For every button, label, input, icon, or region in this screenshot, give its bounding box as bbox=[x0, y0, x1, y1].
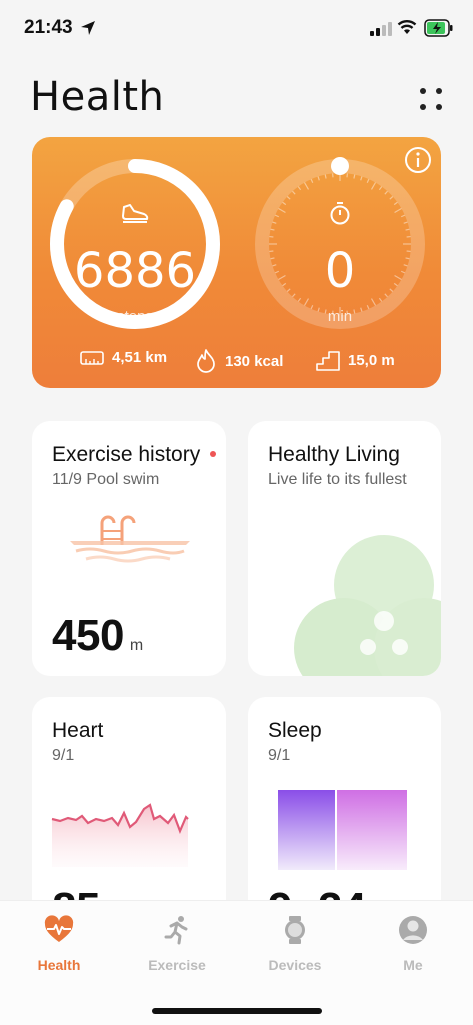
minute-tick bbox=[311, 179, 313, 183]
minute-tick bbox=[395, 209, 402, 213]
healthy-living-clover-graphic bbox=[292, 533, 441, 676]
minutes-unit: min bbox=[251, 308, 429, 325]
minute-tick bbox=[287, 196, 290, 199]
minute-tick bbox=[401, 215, 405, 217]
status-bar: 21:43 bbox=[0, 0, 473, 56]
distance-stat: 4,51 km bbox=[80, 349, 167, 366]
exercise-distance-unit: m bbox=[130, 637, 143, 654]
heart-title: Heart bbox=[52, 719, 103, 743]
minute-tick bbox=[271, 229, 275, 230]
healthy-living-subtitle: Live life to its fullest bbox=[268, 471, 407, 489]
minute-tick bbox=[279, 209, 286, 213]
info-icon[interactable] bbox=[404, 146, 432, 174]
pool-ladder-icon bbox=[70, 515, 190, 565]
exercise-history-card[interactable]: Exercise history 11/9 Pool swim 450 m bbox=[32, 421, 226, 676]
stairs-icon bbox=[316, 349, 340, 371]
exercise-history-title: Exercise history bbox=[52, 443, 200, 467]
sleep-chart bbox=[278, 790, 408, 870]
healthy-living-card[interactable]: Healthy Living Live life to its fullest bbox=[248, 421, 441, 676]
stopwatch-icon bbox=[325, 201, 355, 225]
running-icon bbox=[162, 915, 192, 945]
tab-devices[interactable]: Devices bbox=[236, 901, 354, 991]
floors-stat: 15,0 m bbox=[316, 349, 395, 371]
minute-tick bbox=[361, 176, 362, 180]
minute-tick bbox=[379, 187, 381, 190]
watch-icon bbox=[280, 915, 310, 945]
minute-tick bbox=[385, 191, 388, 194]
activity-summary-card[interactable]: 6886 steps 0 min 4,5 bbox=[32, 137, 441, 388]
minute-tick bbox=[318, 176, 319, 180]
minute-tick bbox=[394, 202, 397, 204]
steps-unit: steps bbox=[46, 308, 224, 325]
healthy-living-title: Healthy Living bbox=[268, 443, 400, 467]
exercise-history-subtitle: 11/9 Pool swim bbox=[52, 471, 159, 489]
tab-exercise-label: Exercise bbox=[118, 957, 236, 973]
cellular-signal-icon bbox=[370, 22, 392, 36]
minute-tick bbox=[372, 299, 376, 306]
wifi-icon bbox=[397, 19, 417, 35]
steps-ring[interactable]: 6886 steps bbox=[46, 155, 224, 333]
minute-tick bbox=[275, 215, 279, 217]
minute-tick bbox=[272, 222, 276, 223]
minute-tick bbox=[325, 175, 326, 179]
minute-tick bbox=[372, 183, 376, 190]
status-time: 21:43 bbox=[24, 17, 73, 39]
calories-value: 130 kcal bbox=[225, 353, 283, 370]
sleep-subtitle: 9/1 bbox=[268, 747, 290, 765]
heart-rate-chart bbox=[50, 797, 190, 867]
tab-me[interactable]: Me bbox=[354, 901, 472, 991]
distance-value: 4,51 km bbox=[112, 349, 167, 366]
sleep-title: Sleep bbox=[268, 719, 322, 743]
exercise-distance-value: 450 bbox=[52, 611, 124, 660]
minute-tick bbox=[298, 187, 300, 190]
minute-tick bbox=[390, 196, 393, 199]
home-indicator bbox=[152, 1008, 322, 1014]
floors-value: 15,0 m bbox=[348, 352, 395, 369]
heart-pulse-icon bbox=[44, 915, 74, 945]
tab-exercise[interactable]: Exercise bbox=[118, 901, 236, 991]
heart-subtitle: 9/1 bbox=[52, 747, 74, 765]
minute-tick bbox=[367, 179, 369, 183]
activity-stats-row: 4,51 km 130 kcal 15,0 m bbox=[32, 349, 441, 375]
minutes-value: 0 bbox=[251, 243, 429, 299]
exercise-distance: 450 m bbox=[52, 611, 143, 661]
tab-me-label: Me bbox=[354, 957, 472, 973]
location-arrow-icon bbox=[80, 20, 96, 36]
tab-health[interactable]: Health bbox=[0, 901, 118, 991]
ruler-icon bbox=[80, 351, 104, 365]
battery-charging-icon bbox=[424, 19, 454, 37]
minute-tick bbox=[283, 202, 286, 204]
steps-value: 6886 bbox=[46, 243, 224, 299]
minute-tick bbox=[406, 229, 410, 230]
person-icon bbox=[398, 915, 428, 945]
minutes-ring[interactable]: 0 min bbox=[251, 155, 429, 333]
new-indicator-dot bbox=[210, 451, 216, 457]
minute-tick bbox=[292, 191, 295, 194]
minute-tick bbox=[354, 175, 355, 179]
minute-tick bbox=[404, 222, 408, 223]
flame-icon bbox=[195, 349, 217, 373]
page-title: Health bbox=[30, 74, 164, 120]
bottom-tab-bar: Health Exercise Devices Me bbox=[0, 900, 473, 1025]
tab-health-label: Health bbox=[0, 957, 118, 973]
tab-devices-label: Devices bbox=[236, 957, 354, 973]
calories-stat: 130 kcal bbox=[195, 349, 283, 373]
minute-tick bbox=[305, 299, 309, 306]
shoe-icon bbox=[120, 201, 150, 225]
more-menu-icon[interactable] bbox=[418, 86, 446, 114]
minute-tick bbox=[305, 183, 309, 190]
